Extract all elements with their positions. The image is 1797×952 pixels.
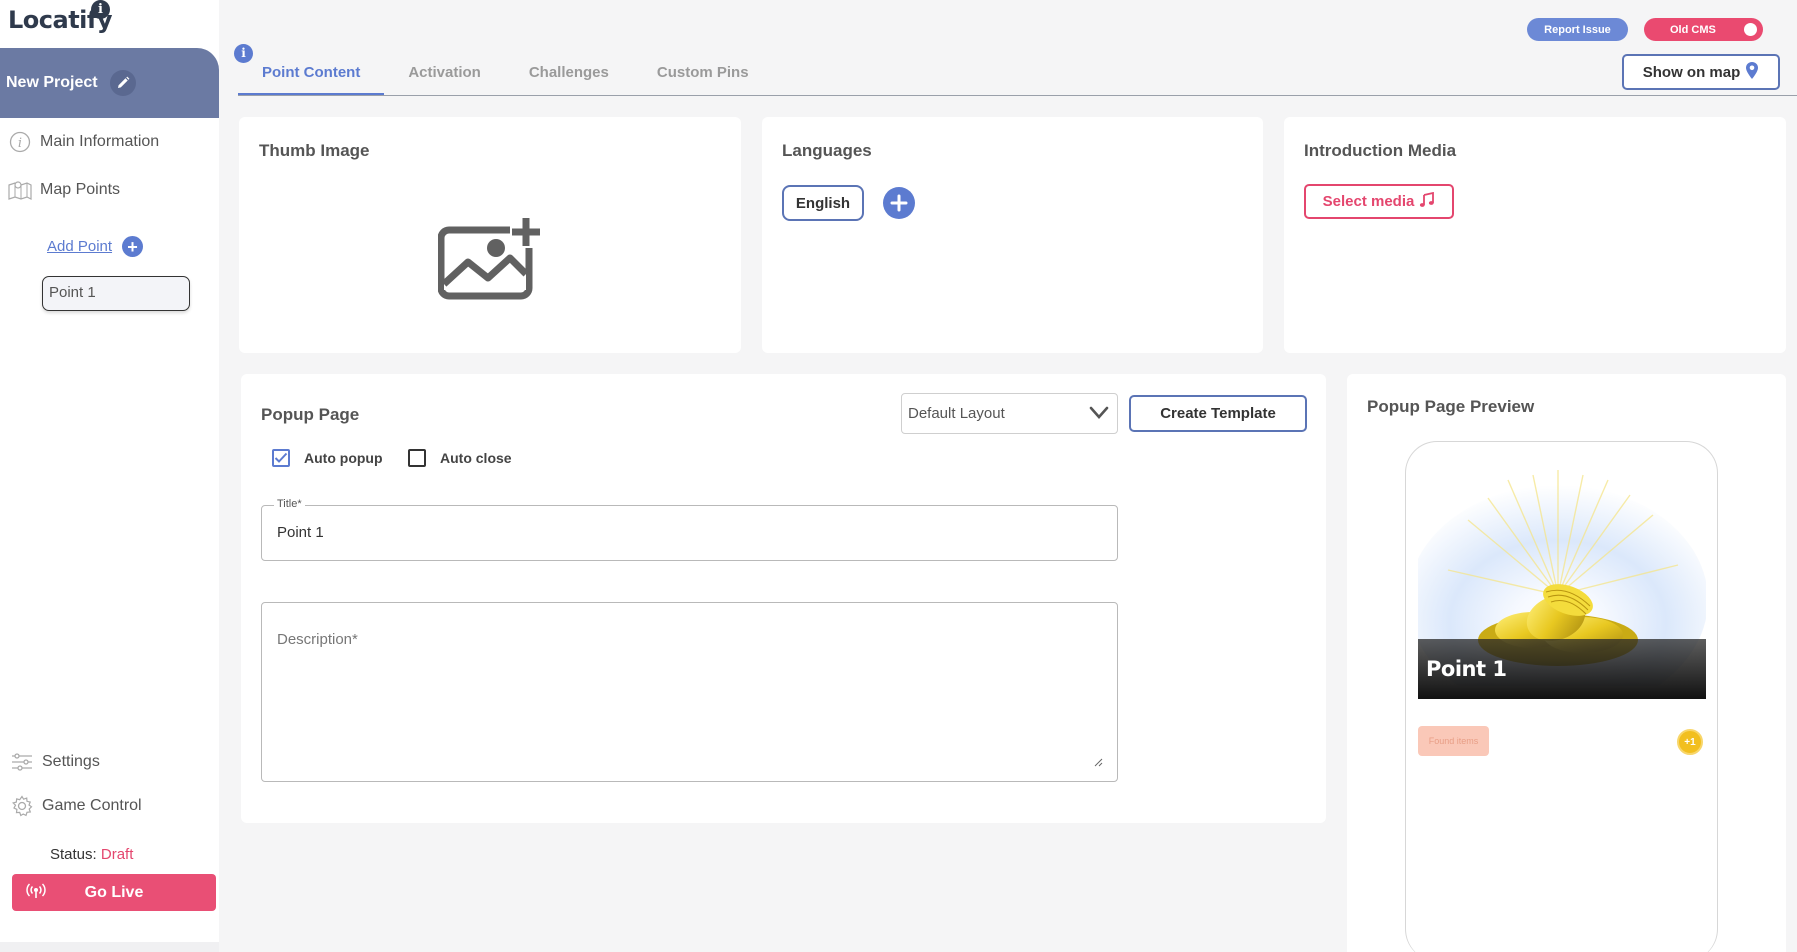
phone-preview: Point 1 Found items +1 — [1405, 441, 1718, 952]
status-label: Status: — [50, 846, 97, 863]
old-cms-toggle[interactable]: Old CMS — [1644, 18, 1763, 41]
edit-project-button[interactable] — [109, 70, 136, 96]
sidebar-item-label: Game Control — [42, 797, 142, 814]
title-field-label: Title* — [274, 498, 305, 510]
show-on-map-label: Show on map — [1642, 63, 1741, 81]
introduction-media-title: Introduction Media — [1304, 141, 1457, 160]
project-name: New Project — [6, 74, 98, 91]
popup-page-title: Popup Page — [261, 405, 360, 424]
language-chip-english[interactable]: English — [782, 185, 864, 221]
tab-custom-pins[interactable]: Custom Pins — [633, 56, 773, 96]
tab-challenges[interactable]: Challenges — [505, 56, 633, 96]
introduction-media-card: Introduction Media Select media — [1284, 117, 1786, 353]
preview-point-title: Point 1 — [1418, 639, 1706, 699]
add-image-icon[interactable] — [438, 216, 542, 300]
go-live-button[interactable]: Go Live — [12, 874, 216, 911]
go-live-label: Go Live — [84, 883, 144, 901]
info-icon: i — [8, 130, 32, 154]
languages-card: Languages English — [762, 117, 1263, 353]
description-field[interactable]: Description* — [261, 602, 1118, 782]
status-badge: Draft — [100, 846, 134, 863]
select-media-button[interactable]: Select media — [1304, 184, 1454, 219]
broadcast-icon — [26, 883, 46, 904]
popup-preview-title: Popup Page Preview — [1367, 397, 1535, 416]
report-issue-button[interactable]: Report Issue — [1527, 18, 1628, 41]
tab-point-content[interactable]: Point Content — [238, 56, 385, 96]
project-header: New Project — [0, 48, 219, 118]
logo-info-icon[interactable]: i — [91, 0, 110, 19]
tab-activation[interactable]: Activation — [384, 56, 505, 96]
map-pin-icon — [1745, 61, 1759, 84]
auto-popup-checkbox[interactable] — [272, 449, 290, 467]
sidebar-item-label: Map Points — [40, 181, 121, 198]
sidebar-item-map-points[interactable]: Map Points — [8, 178, 120, 202]
chevron-down-icon — [1089, 406, 1109, 419]
title-field[interactable]: Title* Point 1 — [261, 498, 1118, 561]
music-note-icon — [1419, 191, 1435, 212]
toggle-knob — [1744, 23, 1757, 36]
sliders-icon — [10, 750, 34, 774]
sidebar-item-main-information[interactable]: i Main Information — [8, 130, 159, 154]
coin-badge: +1 — [1677, 729, 1703, 755]
pencil-icon — [117, 76, 129, 88]
sidebar-bottom-divider — [0, 942, 219, 952]
auto-close-label: Auto close — [440, 450, 512, 466]
show-on-map-button[interactable]: Show on map — [1622, 54, 1780, 90]
sidebar-item-settings[interactable]: Settings — [10, 750, 100, 774]
sidebar-item-label: Main Information — [40, 133, 160, 150]
gear-icon — [10, 794, 34, 818]
sidebar-item-game-control[interactable]: Game Control — [10, 794, 142, 818]
add-point-link[interactable]: Add Point — [47, 238, 112, 255]
sidebar: Locatify i New Project i Main Informatio… — [0, 0, 219, 952]
check-icon — [274, 452, 288, 463]
create-template-button[interactable]: Create Template — [1129, 395, 1307, 432]
status-line: Status: Draft — [50, 846, 133, 863]
tab-divider — [238, 95, 1797, 96]
svg-text:i: i — [18, 136, 22, 151]
tab-bar: Point Content Activation Challenges Cust… — [238, 56, 773, 96]
map-icon — [8, 178, 32, 202]
point-list-item[interactable]: Point 1 — [42, 276, 190, 311]
found-items-badge: Found items — [1418, 726, 1489, 756]
auto-popup-checkbox-row[interactable]: Auto popup — [272, 449, 383, 467]
auto-close-checkbox[interactable] — [408, 449, 426, 467]
sidebar-item-label: Settings — [42, 753, 100, 770]
thumb-image-card: Thumb Image — [239, 117, 741, 353]
layout-select[interactable]: Default Layout — [901, 393, 1118, 434]
old-cms-label: Old CMS — [1670, 23, 1716, 36]
select-media-label: Select media — [1322, 193, 1415, 210]
languages-title: Languages — [782, 141, 872, 160]
description-placeholder: Description* — [277, 631, 358, 648]
auto-popup-label: Auto popup — [304, 450, 383, 466]
title-field-value: Point 1 — [277, 524, 324, 541]
add-language-button[interactable] — [883, 187, 915, 219]
add-point-row: Add Point + — [47, 236, 144, 257]
layout-select-value: Default Layout — [908, 405, 1005, 422]
plus-icon — [890, 194, 908, 212]
add-point-button[interactable]: + — [122, 236, 144, 257]
auto-close-checkbox-row[interactable]: Auto close — [408, 449, 512, 467]
resize-handle-icon[interactable] — [1094, 758, 1103, 767]
thumb-image-title: Thumb Image — [259, 141, 370, 160]
